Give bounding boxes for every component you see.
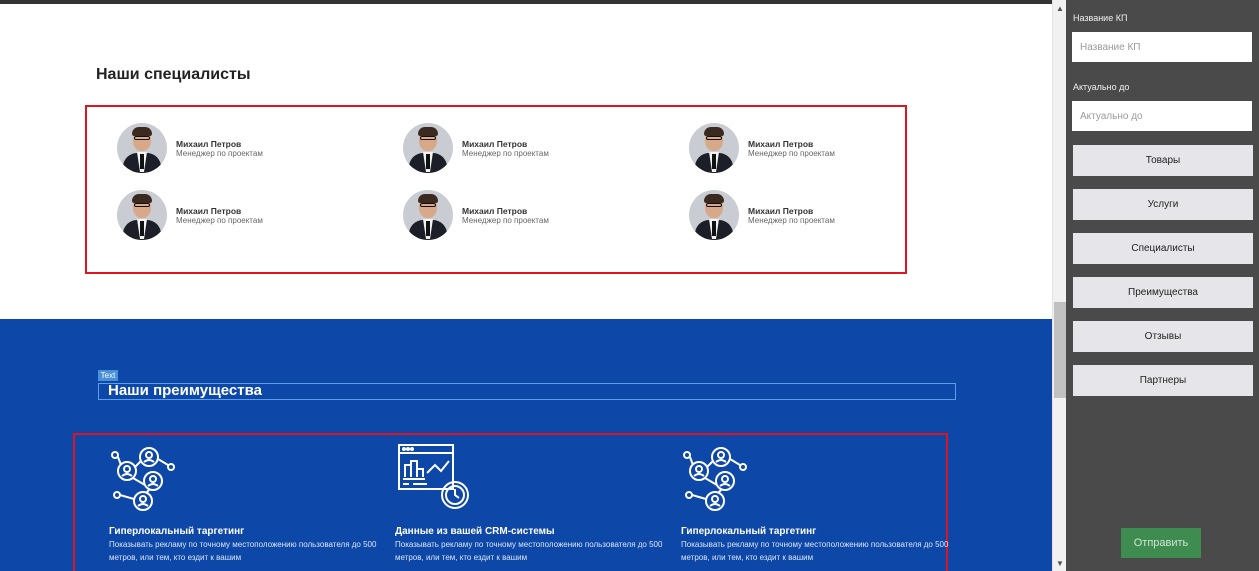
specialist-name: Михаил Петров <box>748 205 814 216</box>
scroll-up-icon[interactable]: ▲ <box>1053 2 1067 16</box>
advantage-description: Показывать рекламу по точному местополож… <box>395 540 663 562</box>
specialist-role: Менеджер по проектам <box>176 148 263 158</box>
specialist-card[interactable]: Михаил Петров Менеджер по проектам <box>117 123 263 173</box>
specialist-name: Михаил Петров <box>176 138 242 149</box>
reviews-button[interactable]: Отзывы <box>1073 321 1253 352</box>
canvas-scrollbar[interactable]: ▲ ▼ <box>1052 0 1066 571</box>
specialist-card[interactable]: Михаил Петров Менеджер по проектам <box>689 190 835 240</box>
specialists-section: Наши специалисты Михаил Петров Менеджер п… <box>0 4 1052 319</box>
avatar <box>403 190 453 240</box>
name-label: Название КП <box>1073 13 1128 23</box>
specialist-card[interactable]: Михаил Петров Менеджер по проектам <box>117 190 263 240</box>
specialist-card[interactable]: Михаил Петров Менеджер по проектам <box>403 123 549 173</box>
services-button[interactable]: Услуги <box>1073 189 1253 220</box>
specialist-role: Менеджер по проектам <box>748 148 835 158</box>
advantages-button[interactable]: Преимущества <box>1073 277 1253 308</box>
advantage-heading: Гиперлокальный таргетинг <box>109 526 245 537</box>
specialist-role: Менеджер по проектам <box>748 215 835 225</box>
text-element-tag: Text <box>98 370 118 381</box>
advantage-heading: Гиперлокальный таргетинг <box>681 526 817 537</box>
avatar <box>689 190 739 240</box>
advantage-item[interactable]: Данные из вашей CRM-системы Показывать р… <box>395 443 670 564</box>
specialist-role: Менеджер по проектам <box>462 148 549 158</box>
avatar <box>117 190 167 240</box>
specialist-name: Михаил Петров <box>748 138 814 149</box>
submit-button[interactable]: Отправить <box>1121 528 1201 558</box>
specialist-name: Михаил Петров <box>462 138 528 149</box>
editor-canvas: Наши специалисты Михаил Петров Менеджер п… <box>0 0 1052 571</box>
avatar <box>403 123 453 173</box>
name-input[interactable] <box>1072 32 1252 62</box>
valid-until-input[interactable] <box>1072 101 1252 131</box>
advantages-title[interactable]: Наши преимущества <box>108 383 262 399</box>
scroll-down-icon[interactable]: ▼ <box>1053 557 1067 571</box>
advantage-item[interactable]: Гиперлокальный таргетинг Показывать рекл… <box>109 443 384 564</box>
products-button[interactable]: Товары <box>1073 145 1253 176</box>
advantages-selection-box[interactable]: Гиперлокальный таргетинг Показывать рекл… <box>73 433 948 571</box>
top-bar <box>0 0 1066 4</box>
specialist-card[interactable]: Михаил Петров Менеджер по проектам <box>403 190 549 240</box>
specialist-role: Менеджер по проектам <box>462 215 549 225</box>
advantage-description: Показывать рекламу по точному местополож… <box>681 540 949 562</box>
avatar <box>117 123 167 173</box>
network-users-icon <box>683 447 747 511</box>
advantage-description: Показывать рекламу по точному местополож… <box>109 540 377 562</box>
specialists-button[interactable]: Специалисты <box>1073 233 1253 264</box>
specialist-name: Михаил Петров <box>176 205 242 216</box>
scroll-thumb[interactable] <box>1054 302 1066 398</box>
specialist-card[interactable]: Михаил Петров Менеджер по проектам <box>689 123 835 173</box>
specialists-title[interactable]: Наши специалисты <box>96 66 251 84</box>
crm-analytics-icon <box>398 444 469 509</box>
specialist-name: Михаил Петров <box>462 205 528 216</box>
avatar <box>689 123 739 173</box>
advantage-heading: Данные из вашей CRM-системы <box>395 526 555 537</box>
settings-sidebar: Название КП Актуально до Товары Услуги С… <box>1066 0 1259 571</box>
valid-until-label: Актуально до <box>1073 82 1130 92</box>
specialist-role: Менеджер по проектам <box>176 215 263 225</box>
network-users-icon <box>111 447 175 511</box>
partners-button[interactable]: Партнеры <box>1073 365 1253 396</box>
advantage-item[interactable]: Гиперлокальный таргетинг Показывать рекл… <box>681 443 956 564</box>
specialists-selection-box[interactable]: Михаил Петров Менеджер по проектам Михаил… <box>85 105 907 274</box>
